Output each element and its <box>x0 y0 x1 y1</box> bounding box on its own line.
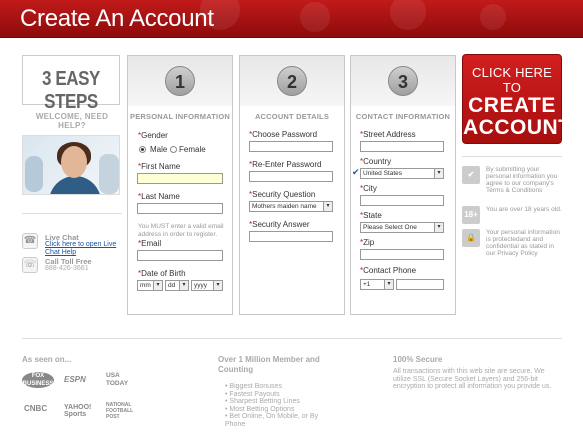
check-icon: ✔ <box>352 167 360 177</box>
step3-title: CONTACT INFORMATION <box>355 112 451 121</box>
state-label: *State <box>360 211 382 220</box>
gender-female-radio[interactable] <box>170 146 177 153</box>
gender-male-radio[interactable] <box>139 146 146 153</box>
step1-title: PERSONAL INFORMATION <box>130 112 230 121</box>
street-address-label: *Street Address <box>360 130 416 139</box>
list-item: Fastest Payouts <box>225 391 335 399</box>
secure-text: All transactions with this web site are … <box>393 368 552 390</box>
page-title: Create An Account <box>20 5 214 32</box>
support-agent-photo <box>22 135 120 195</box>
members-list: Biggest Bonuses Fastest Payouts Sharpest… <box>225 383 335 428</box>
last-name-label: *Last Name <box>138 192 180 201</box>
welcome-text: WELCOME, NEED HELP? <box>35 112 109 130</box>
step1-panel: 1 PERSONAL INFORMATION *Gender Male Fema… <box>127 55 233 315</box>
security-question-label: *Security Question <box>249 190 316 199</box>
live-chat-link[interactable]: Click here to open Live Chat Help <box>45 241 122 257</box>
reenter-password-label: *Re-Enter Password <box>249 160 322 169</box>
secure-title: 100% Secure <box>393 355 443 364</box>
easy-steps-badge: 3 EASY STEPS <box>22 55 120 113</box>
check-icon: ✔ <box>462 166 480 184</box>
members-title: Over 1 Million Member and Counting <box>218 355 320 374</box>
country-select[interactable]: United States ▾ <box>360 168 444 179</box>
security-answer-label: *Security Answer <box>249 220 310 229</box>
espn-logo: ESPN <box>64 375 86 384</box>
city-label: *City <box>360 184 377 193</box>
step1-number: 1 <box>165 66 195 96</box>
dob-label: *Date of Birth <box>138 269 186 278</box>
chevron-down-icon: ▾ <box>434 223 443 232</box>
chevron-down-icon: ▾ <box>323 202 332 211</box>
yahoo-sports-logo: YAHOO! Sports <box>64 404 92 418</box>
cnbc-logo: CNBC <box>24 404 48 413</box>
media-logos: FOX BUSINESS ESPN USA TODAY CNBC YAHOO! … <box>22 370 142 430</box>
contact-phone-input[interactable] <box>396 279 444 290</box>
chevron-down-icon: ▾ <box>384 280 393 289</box>
chevron-down-icon: ▾ <box>213 281 222 290</box>
first-name-label: *First Name <box>138 162 181 171</box>
footer-divider <box>22 338 562 339</box>
divider <box>462 156 562 157</box>
gender-male-label: Male <box>150 145 168 154</box>
phone-icon: ☏ <box>22 257 38 273</box>
step2-title: ACCOUNT DETAILS <box>254 112 330 121</box>
reenter-password-input[interactable] <box>249 171 333 182</box>
contact-phone-label: *Contact Phone <box>360 266 417 275</box>
security-question-select[interactable]: Mothers maiden name ▾ <box>249 201 333 212</box>
gender-female-label: Female <box>179 145 206 154</box>
zip-input[interactable] <box>360 249 444 260</box>
zip-label: *Zip <box>360 238 375 247</box>
step2-panel: 2 ACCOUNT DETAILS *Choose Password *Re-E… <box>239 55 345 315</box>
chevron-down-icon: ▾ <box>153 281 162 290</box>
dob-year-select[interactable]: yyyy ▾ <box>191 280 223 291</box>
password-input[interactable] <box>249 141 333 152</box>
phone-code-select[interactable]: +1 ▾ <box>360 279 394 290</box>
last-name-input[interactable] <box>137 203 223 214</box>
dob-month-select[interactable]: mm ▾ <box>137 280 163 291</box>
national-football-post-logo: NATIONAL FOOTBALL POST <box>106 402 134 420</box>
email-input[interactable] <box>137 250 223 261</box>
street-address-input[interactable] <box>360 141 444 152</box>
list-item: Sharpest Betting Lines <box>225 398 335 406</box>
step2-number: 2 <box>277 66 307 96</box>
trust-privacy-text: Your personal information is protectedan… <box>486 229 560 257</box>
cta-line3: ACCOUNT <box>463 116 572 139</box>
step3-panel: 3 CONTACT INFORMATION *Street Address *C… <box>350 55 456 315</box>
usa-today-logo: USA TODAY <box>106 372 129 387</box>
18-plus-icon: 18+ <box>462 206 480 224</box>
easy-steps-label: 3 EASY STEPS <box>42 68 100 113</box>
country-label: *Country <box>360 157 392 166</box>
toll-free-number: 888-426-3661 <box>45 265 89 272</box>
security-answer-input[interactable] <box>249 231 333 242</box>
cta-line2: CREATE <box>468 94 556 117</box>
gender-label: *Gender <box>138 131 168 140</box>
cta-line1: CLICK HERE TO <box>471 65 553 95</box>
seen-on-title: As seen on... <box>22 355 72 364</box>
email-note: You MUST enter a valid email address in … <box>138 223 224 238</box>
chevron-down-icon: ▾ <box>179 281 188 290</box>
first-name-input[interactable] <box>137 173 223 184</box>
chevron-down-icon: ▾ <box>434 169 443 178</box>
dob-day-select[interactable]: dd ▾ <box>165 280 189 291</box>
create-account-button[interactable]: CLICK HERE TO CREATE ACCOUNT <box>462 54 572 144</box>
state-select[interactable]: Please Select One ▾ <box>360 222 444 233</box>
divider <box>22 213 122 214</box>
trust-age-text: You are over 18 years old. <box>486 206 562 213</box>
city-input[interactable] <box>360 195 444 206</box>
password-label: *Choose Password <box>249 130 318 139</box>
chat-icon: ☎ <box>22 233 38 249</box>
list-item: Biggest Bonuses <box>225 383 335 391</box>
trust-terms-text: By submitting your personal information … <box>486 166 558 194</box>
step3-number: 3 <box>388 66 418 96</box>
list-item: Most Betting Options <box>225 406 335 414</box>
fox-business-logo: FOX BUSINESS <box>22 372 54 388</box>
list-item: Bet Online, On Mobile, or By Phone <box>225 413 335 428</box>
email-label: *Email <box>138 239 162 248</box>
page-header: Create An Account <box>0 0 583 38</box>
lock-icon: 🔒 <box>462 229 480 247</box>
